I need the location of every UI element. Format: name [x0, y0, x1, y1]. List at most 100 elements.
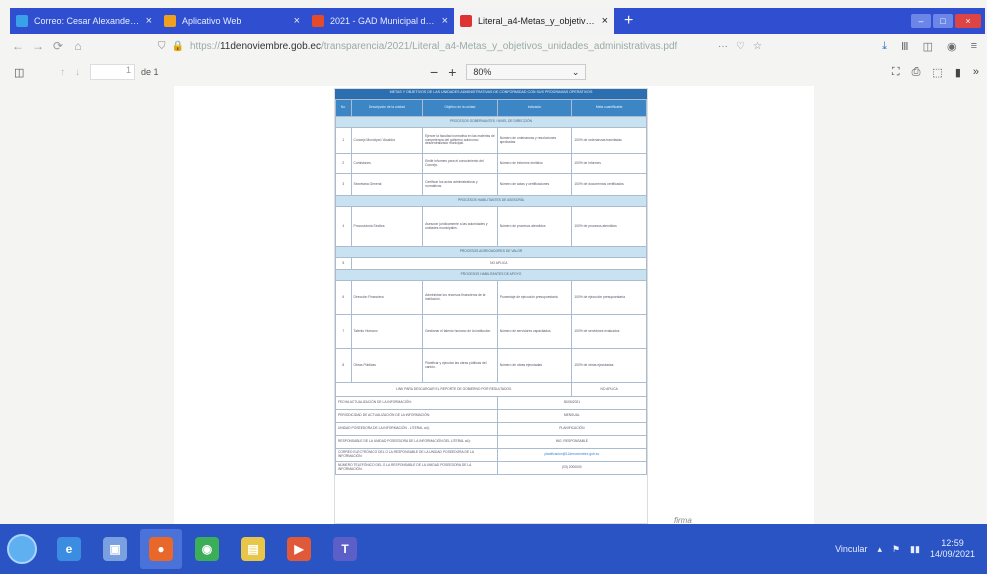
action-center-flag-icon[interactable]: ⚑: [892, 544, 900, 555]
cell-goal: 100% de documentos certificados: [571, 173, 647, 196]
network-icon[interactable]: ▮▮: [910, 544, 920, 555]
ie-icon: e: [57, 537, 81, 561]
browser-tab[interactable]: 2021 - GAD Municipal de 11 de ×: [306, 8, 454, 34]
pdf-sidebar-toggle-icon[interactable]: ◫: [14, 66, 30, 79]
tab-title: Correo: Cesar Alexander Grijalva: [34, 16, 140, 26]
folder-icon: ▤: [241, 537, 265, 561]
more-actions-icon[interactable]: ···: [718, 41, 728, 52]
table-row: 5 NO APLICA: [335, 257, 648, 270]
maximize-button[interactable]: □: [933, 14, 953, 28]
tab-favicon-icon: [460, 15, 472, 27]
minimize-button[interactable]: –: [911, 14, 931, 28]
table-row: 8 Obras Públicas Planificar y ejecutar las…: [335, 348, 647, 383]
section-title: PROCESOS AGREGADORES DE VALOR: [335, 246, 647, 258]
footer-value: ING. RESPONSABLE: [496, 435, 648, 449]
report-link-label: LINK PARA DESCARGAR EL REPORTE DE GOBIER…: [334, 382, 573, 397]
library-icon[interactable]: Ⅲ: [901, 40, 909, 53]
zoom-out-button[interactable]: −: [430, 64, 438, 80]
browser-tab[interactable]: Correo: Cesar Alexander Grijalva ×: [10, 8, 158, 34]
start-button[interactable]: [0, 527, 44, 571]
taskbar-teams-button[interactable]: T: [324, 529, 366, 569]
footer-value: MENSUAL: [496, 409, 648, 423]
menu-icon[interactable]: ≡: [971, 40, 977, 53]
cell-num: 6: [335, 280, 352, 315]
taskbar-explorer-window-button[interactable]: ▣: [94, 529, 136, 569]
goals-table: No. Descripción de la unidad Objetivo de l…: [334, 99, 648, 475]
close-tab-icon[interactable]: ×: [146, 15, 152, 27]
close-tab-icon[interactable]: ×: [602, 15, 608, 27]
footer-row: NÚMERO TELEFÓNICO DEL O LA RESPONSABLE D…: [335, 461, 648, 475]
cell-objective: Asesorar jurídicamente a las autoridades…: [422, 206, 498, 247]
tray-label[interactable]: Vincular: [835, 544, 867, 554]
footer-value[interactable]: planificacion@11denoviembre.gob.ec: [496, 448, 648, 462]
bookmark-star-icon[interactable]: ☆: [753, 41, 762, 52]
back-icon[interactable]: ←: [8, 39, 28, 53]
cell-indicator: Número de actas y certificaciones: [496, 173, 573, 196]
close-tab-icon[interactable]: ×: [442, 15, 448, 27]
clock[interactable]: 12:59 14/09/2021: [930, 538, 975, 560]
column-header: Objetivo de la unidad: [422, 99, 498, 117]
show-hidden-icons-icon[interactable]: ▴: [877, 544, 882, 555]
document-viewport[interactable]: METAS Y OBJETIVOS DE LAS UNIDADES ADMINI…: [174, 86, 814, 526]
url-bar[interactable]: ⛉ 🔒 https://11denoviembre.gob.ec/transpa…: [158, 41, 718, 52]
print-icon[interactable]: ⎙: [912, 66, 921, 79]
zoom-value: 80%: [473, 67, 492, 77]
close-window-button[interactable]: ×: [955, 14, 981, 28]
document-header: METAS Y OBJETIVOS DE LAS UNIDADES ADMINI…: [335, 89, 647, 99]
account-icon[interactable]: ◉: [947, 40, 957, 53]
presentation-icon[interactable]: ⛶: [892, 66, 900, 79]
cell-goal: 100% de servidores evaluados: [571, 314, 647, 349]
taskbar-media-button[interactable]: ▶: [278, 529, 320, 569]
shield-icon[interactable]: ⛉: [158, 41, 166, 52]
cell-num: 1: [335, 127, 352, 154]
pdf-page: METAS Y OBJETIVOS DE LAS UNIDADES ADMINI…: [334, 88, 648, 524]
cell-indicator: Número de procesos atendidos: [496, 206, 573, 247]
next-page-icon[interactable]: ↓: [75, 67, 80, 78]
footer-row: RESPONSABLE DE LA UNIDAD POSEEDORA DE LA…: [335, 435, 648, 449]
url-text[interactable]: https://11denoviembre.gob.ec/transparenc…: [190, 41, 677, 52]
footer-label: UNIDAD POSEEDORA DE LA INFORMACIÓN - LIT…: [335, 422, 498, 436]
clock-time: 12:59: [941, 538, 964, 548]
clock-date: 14/09/2021: [929, 549, 975, 559]
cell-indicator: Porcentaje de ejecución presupuestaria: [496, 280, 573, 315]
browser-tab[interactable]: Literal_a4-Metas_y_objetivos_unid ×: [454, 8, 614, 34]
new-tab-button[interactable]: +: [614, 8, 643, 34]
close-tab-icon[interactable]: ×: [294, 15, 300, 27]
sidebar-icon[interactable]: ◫: [923, 40, 933, 53]
page-number-input[interactable]: 1: [90, 64, 135, 80]
cell-objective: Ejercer la facultad normativa en las mat…: [422, 127, 498, 154]
column-header: Indicador: [496, 99, 573, 117]
cell-num: 4: [335, 206, 352, 247]
table-row: 6 Dirección Financiera Administrar los rec…: [335, 280, 647, 315]
explorer-window-icon: ▣: [103, 537, 127, 561]
taskbar-firefox-button[interactable]: ●: [140, 529, 182, 569]
page-count: de 1: [141, 67, 159, 77]
footer-row: UNIDAD POSEEDORA DE LA INFORMACIÓN - LIT…: [335, 422, 648, 436]
footer-row: CORREO ELECTRÓNICO DEL O LA RESPONSABLE …: [335, 448, 648, 462]
tab-title: 2021 - GAD Municipal de 11 de: [330, 16, 436, 26]
browser-tab-strip: Correo: Cesar Alexander Grijalva×Aplicat…: [10, 8, 985, 34]
forward-icon[interactable]: →: [28, 39, 48, 53]
zoom-in-button[interactable]: +: [448, 64, 456, 80]
reload-icon[interactable]: ⟳: [48, 39, 68, 53]
taskbar-folder-button[interactable]: ▤: [232, 529, 274, 569]
previous-page-icon[interactable]: ↑: [60, 67, 65, 78]
firefox-icon: ●: [149, 537, 173, 561]
tools-icon[interactable]: »: [973, 66, 979, 79]
pocket-icon[interactable]: ♡: [736, 41, 745, 52]
lock-icon[interactable]: 🔒: [172, 41, 184, 52]
taskbar-chrome-button[interactable]: ◉: [186, 529, 228, 569]
bookmark-icon[interactable]: ▮: [955, 66, 961, 79]
home-icon[interactable]: ⌂: [68, 39, 88, 53]
browser-tab[interactable]: Aplicativo Web ×: [158, 8, 306, 34]
save-icon[interactable]: ⬚: [932, 66, 942, 79]
zoom-select[interactable]: 80% ⌄: [466, 64, 587, 80]
report-link-value[interactable]: NO APLICA: [571, 382, 647, 397]
taskbar-ie-button[interactable]: e: [48, 529, 90, 569]
tab-favicon-icon: [164, 15, 176, 27]
chrome-icon: ◉: [195, 537, 219, 561]
chevron-down-icon: ⌄: [571, 66, 580, 77]
cell-objective: Emitir informes para el conocimiento del…: [422, 153, 498, 174]
footer-value: 30/06/2021: [496, 396, 648, 410]
download-icon[interactable]: ⤓: [882, 40, 887, 53]
